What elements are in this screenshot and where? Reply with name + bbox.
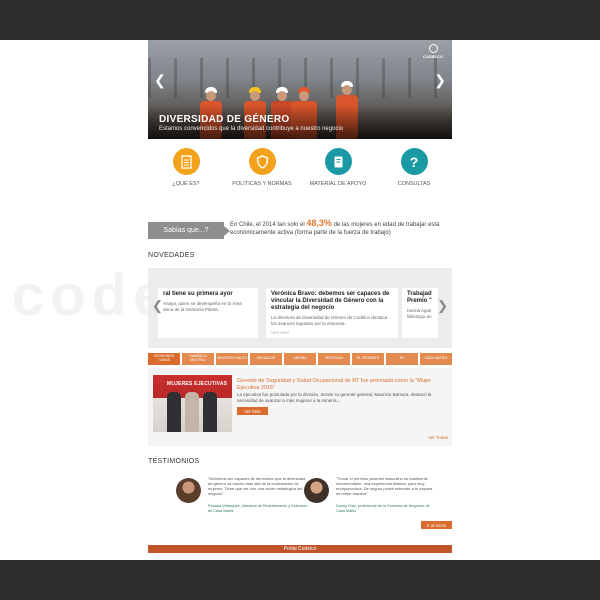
portal-codelco-footer[interactable]: Portal Codelco <box>148 545 452 553</box>
page-content: ❮ ❯ CODELCO DIVERSIDAD DE GÉNERO Estamos… <box>148 40 452 239</box>
carousel-prev-arrow-icon[interactable]: ❮ <box>152 298 163 314</box>
testimonial-quote: "Tomar el permiso parental masculino es … <box>336 476 433 496</box>
avatar <box>304 478 329 503</box>
novedades-carousel: ral tiene su primera ayor Anaya, quien s… <box>148 268 452 348</box>
tab-gabriela-mistral[interactable]: GABRIELA MISTRAL <box>182 353 214 365</box>
avatar <box>176 478 201 503</box>
shield-icon <box>248 148 276 175</box>
hero-title: DIVERSIDAD DE GÉNERO <box>159 114 290 125</box>
feature-politicas[interactable]: POLÍTICAS Y NORMAS <box>227 148 297 210</box>
codelco-logo-mark-icon <box>428 44 438 53</box>
tab-ventanas[interactable]: VENTANAS <box>318 353 350 365</box>
testimonial-quote: "Debemos ser capaces de demostrar que la… <box>208 476 306 496</box>
sabias-que-block: Sabías que...? En Chile, el 2014 tan sol… <box>148 218 452 239</box>
news-title[interactable]: Gerente de Seguridad y Salud Ocupacional… <box>237 378 447 391</box>
novedades-title: NOVEDADES <box>148 252 195 259</box>
hero-banner[interactable]: ❮ ❯ CODELCO DIVERSIDAD DE GÉNERO Estamos… <box>148 40 452 139</box>
feature-que-es[interactable]: ¿QUÉ ES? <box>151 148 221 210</box>
tab-ministro-hales[interactable]: MINISTRO HALES <box>216 353 248 365</box>
novedades-card[interactable]: ral tiene su primera ayor Anaya, quien s… <box>158 288 258 338</box>
feature-material[interactable]: MATERIAL DE APOYO <box>303 148 373 210</box>
hero-next-arrow-icon[interactable]: ❯ <box>434 72 446 89</box>
ver-mas-button[interactable]: Ver Más <box>237 407 268 415</box>
novedades-card[interactable]: Trabajad Premio " Karina Aguir liderazgo… <box>402 288 438 338</box>
feature-links: ¿QUÉ ES? POLÍTICAS Y NORMAS MATERIAL DE … <box>148 148 452 210</box>
tab-casa-matriz[interactable]: CASA MATRIZ <box>420 353 452 365</box>
tab-salvador[interactable]: SALVADOR <box>250 353 282 365</box>
bottom-band <box>0 560 600 600</box>
testimonial-author: Danny Díaz, profesional de la Gerencia d… <box>336 504 430 513</box>
news-excerpt: La ejecutiva fue postulada por la divisi… <box>237 392 432 403</box>
carousel-next-arrow-icon[interactable]: ❯ <box>437 298 448 314</box>
ir-al-inicio-button[interactable]: Ir al inicio <box>421 521 452 529</box>
card-more-link[interactable]: VER MÁS <box>271 330 393 335</box>
document-icon <box>172 148 200 175</box>
top-band <box>0 0 600 40</box>
news-photo: MUJERES EJECUTIVAS <box>153 375 232 432</box>
tab-el-teniente[interactable]: EL TENIENTE <box>352 353 384 365</box>
feature-consultas[interactable]: ? CONSULTAS <box>379 148 449 210</box>
tab-rt[interactable]: RT <box>386 353 418 365</box>
division-tabs: DIVISIONES TOMAS GABRIELA MISTRAL MINIST… <box>148 353 452 365</box>
testimonial-author: Rosana Velásquez, directora de Reclutami… <box>208 504 308 513</box>
sabias-fact: En Chile, el 2014 tan solo el 48,3% de l… <box>230 218 440 236</box>
tab-divisiones[interactable]: DIVISIONES TOMAS <box>148 353 180 365</box>
codelco-logo: CODELCO <box>423 44 443 59</box>
hero-subtitle: Estamos convencidos que la diversidad co… <box>159 126 344 132</box>
book-icon <box>324 148 352 175</box>
tab-andina[interactable]: ANDINA <box>284 353 316 365</box>
testimonios-title: TESTIMONIOS <box>148 458 200 465</box>
testimonial: "Tomar el permiso parental masculino es … <box>304 476 434 516</box>
fact-percentage: 48,3% <box>306 218 332 228</box>
hero-prev-arrow-icon[interactable]: ❮ <box>154 72 166 89</box>
testimonial: "Debemos ser capaces de demostrar que la… <box>176 476 308 516</box>
news-panel: MUJERES EJECUTIVAS Gerente de Seguridad … <box>148 368 452 446</box>
question-icon: ? <box>400 148 428 175</box>
novedades-card[interactable]: Verónica Bravo: debemos ser capaces de v… <box>266 288 398 338</box>
ver-todas-link[interactable]: Ver Todas <box>428 435 448 440</box>
sabias-tag: Sabías que...? <box>148 222 230 239</box>
